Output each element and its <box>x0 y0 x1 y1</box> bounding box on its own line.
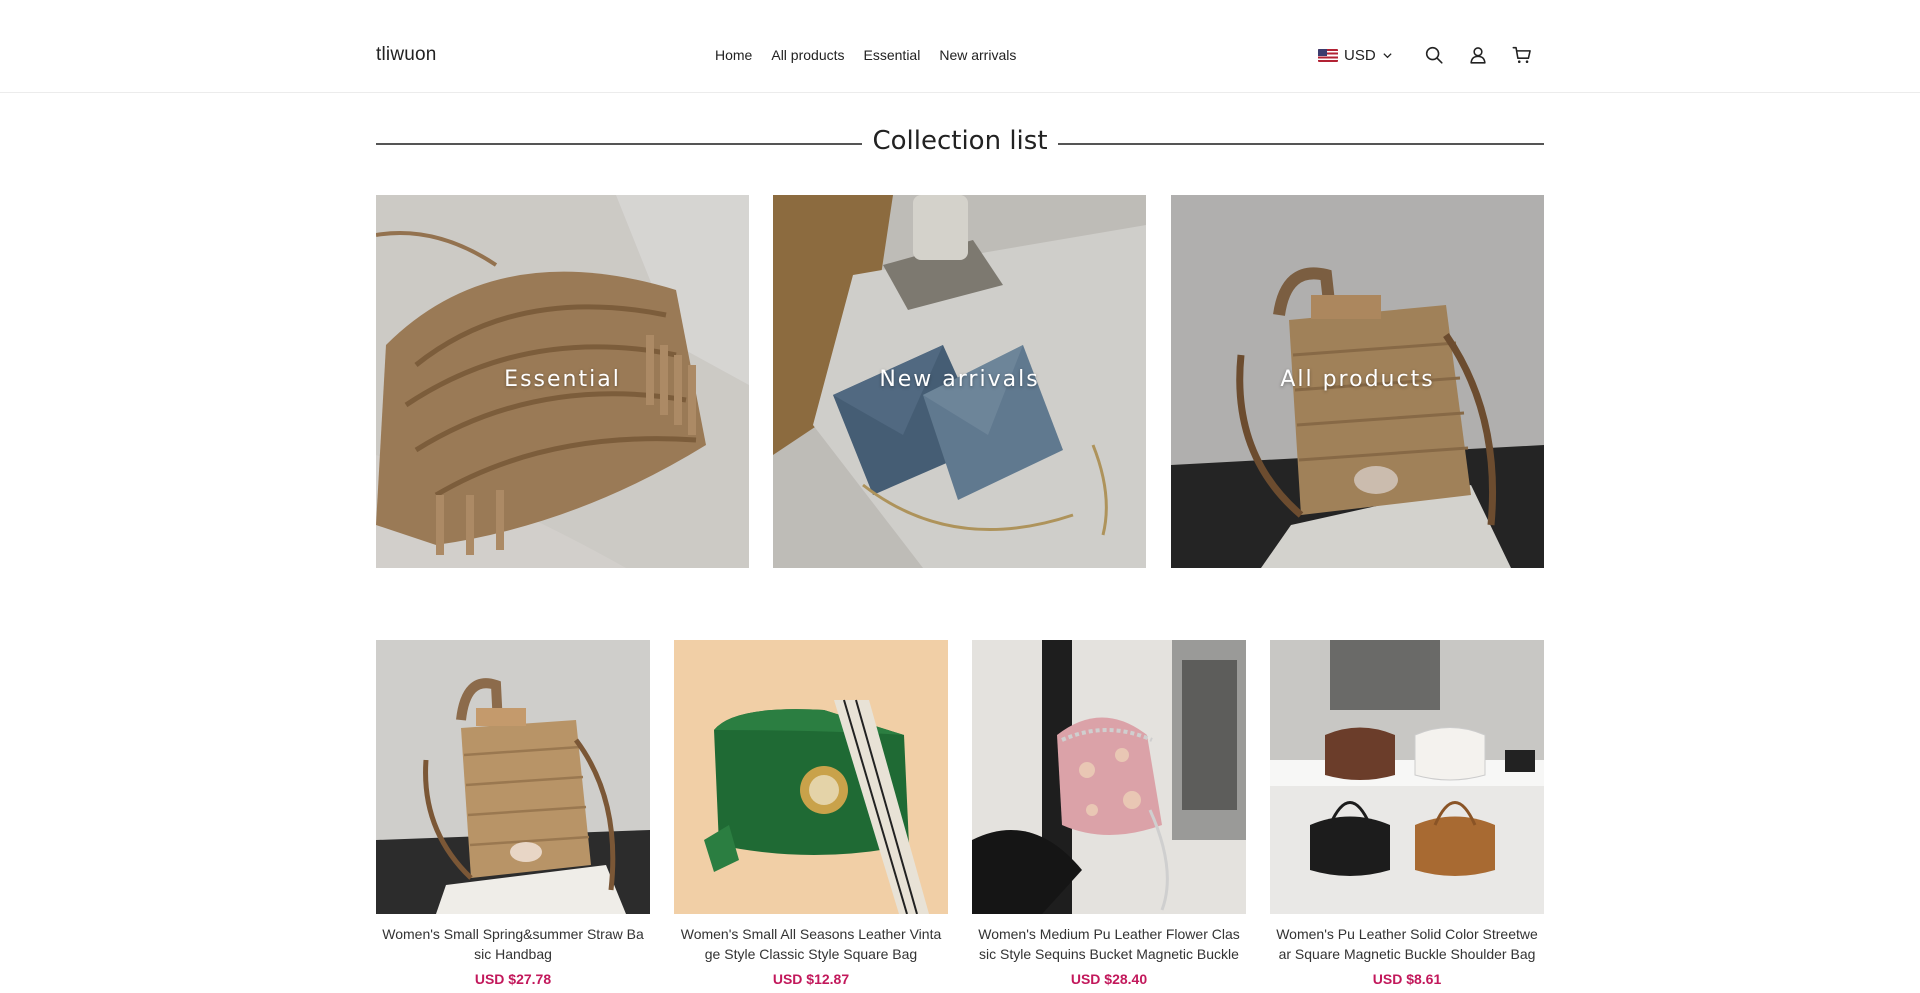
collection-tile-new-arrivals[interactable]: New arrivals <box>773 195 1146 568</box>
straw-handbag-photo <box>376 640 650 914</box>
product-price: USD $27.78 <box>474 971 552 987</box>
nav-item-essential[interactable]: Essential <box>864 47 921 63</box>
search-icon[interactable] <box>1423 44 1445 66</box>
currency-selector[interactable]: USD <box>1318 47 1393 64</box>
chevron-down-icon <box>1383 53 1392 59</box>
tile-label-essential: Essential <box>504 367 621 392</box>
product-card[interactable]: Women's Small All Seasons Leather Vintag… <box>674 640 948 987</box>
collection-list-heading-row: Collection list <box>376 126 1544 162</box>
nav-item-new-arrivals[interactable]: New arrivals <box>939 47 1016 63</box>
tile-label-all-products: All products <box>1280 367 1435 392</box>
product-title[interactable]: Women's Small All Seasons Leather Vintag… <box>674 924 948 964</box>
collection-tile-essential[interactable]: Essential <box>376 195 749 568</box>
product-image[interactable] <box>674 640 948 914</box>
collection-tile-all-products[interactable]: All products <box>1171 195 1544 568</box>
cart-icon[interactable] <box>1511 44 1533 66</box>
green-leather-bag-photo <box>674 640 948 914</box>
account-icon[interactable] <box>1467 44 1489 66</box>
product-image[interactable] <box>376 640 650 914</box>
main-nav: Home All products Essential New arrivals <box>715 47 1016 63</box>
collection-list-title: Collection list <box>872 126 1048 156</box>
product-price: USD $8.61 <box>1372 971 1442 987</box>
product-price: USD $12.87 <box>772 971 850 987</box>
site-header: tliwuon Home All products Essential New … <box>0 0 1920 93</box>
currency-code: USD <box>1344 47 1376 64</box>
product-title[interactable]: Women's Pu Leather Solid Color Streetwea… <box>1270 924 1544 964</box>
product-title[interactable]: Women's Small Spring&summer Straw Basic … <box>376 924 650 964</box>
heading-divider-right <box>1058 143 1544 145</box>
pu-shoulder-bags-photo <box>1270 640 1544 914</box>
nav-item-all-products[interactable]: All products <box>771 47 844 63</box>
us-flag-icon <box>1318 49 1338 62</box>
store-logo[interactable]: tliwuon <box>376 44 437 66</box>
nav-item-home[interactable]: Home <box>715 47 752 63</box>
heading-divider-left <box>376 143 862 145</box>
product-card[interactable]: Women's Medium Pu Leather Flower Classic… <box>972 640 1246 987</box>
product-price: USD $28.40 <box>1070 971 1148 987</box>
product-image[interactable] <box>1270 640 1544 914</box>
product-image[interactable] <box>972 640 1246 914</box>
tile-label-new-arrivals: New arrivals <box>879 367 1040 392</box>
product-card[interactable]: Women's Small Spring&summer Straw Basic … <box>376 640 650 987</box>
product-card[interactable]: Women's Pu Leather Solid Color Streetwea… <box>1270 640 1544 987</box>
sequin-bucket-bag-photo <box>972 640 1246 914</box>
product-title[interactable]: Women's Medium Pu Leather Flower Classic… <box>972 924 1246 964</box>
